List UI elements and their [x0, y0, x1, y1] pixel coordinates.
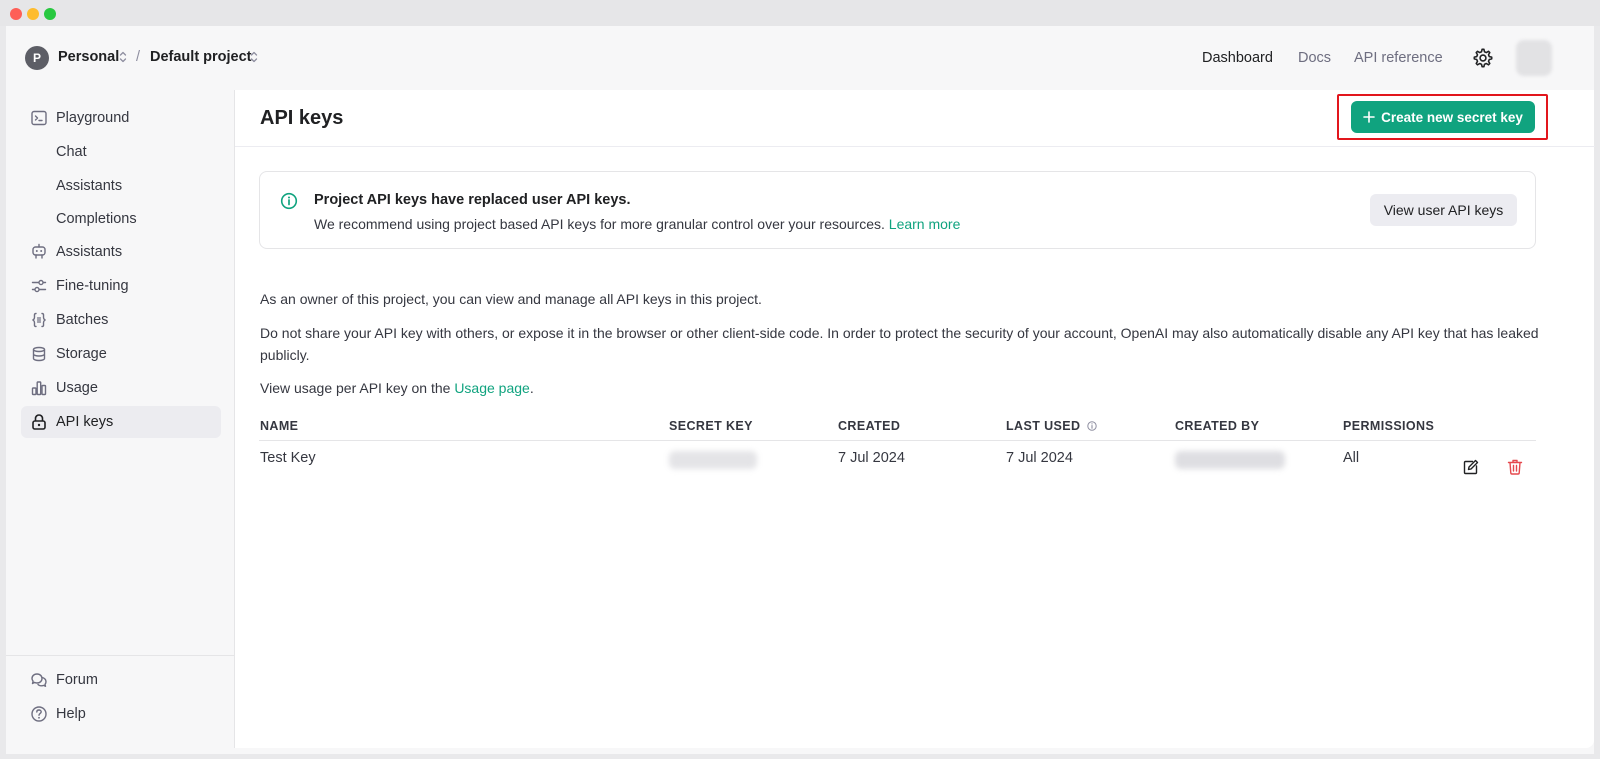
key-name-cell: Test Key — [260, 450, 316, 466]
column-header-created: CREATED — [838, 419, 901, 433]
usage-info-text: View usage per API key on the Usage page… — [260, 377, 1540, 399]
maximize-window-button[interactable] — [44, 8, 56, 20]
sidebar-item-label: Batches — [56, 312, 109, 328]
sidebar-divider — [6, 655, 234, 656]
view-user-api-keys-button[interactable]: View user API keys — [1370, 194, 1517, 226]
sidebar-item-api-keys[interactable]: API keys — [21, 406, 221, 438]
usage-page-link[interactable]: Usage page — [454, 380, 530, 396]
sidebar-item-assistants[interactable]: Assistants — [21, 236, 221, 268]
last-used-cell: 7 Jul 2024 — [1006, 450, 1073, 466]
sidebar-item-assistants-playground[interactable]: Assistants — [56, 178, 122, 194]
sidebar-item-fine-tuning[interactable]: Fine-tuning — [21, 270, 221, 302]
braces-icon — [32, 312, 46, 328]
notice-title: Project API keys have replaced user API … — [314, 192, 631, 208]
created-by-redacted — [1175, 451, 1285, 469]
bar-chart-icon — [31, 381, 47, 396]
minimize-window-button[interactable] — [27, 8, 39, 20]
lock-icon — [32, 414, 46, 430]
sliders-icon — [31, 279, 47, 293]
sidebar-item-usage[interactable]: Usage — [21, 372, 221, 404]
sidebar-item-storage[interactable]: Storage — [21, 338, 221, 370]
column-header-secret-key: SECRET KEY — [669, 419, 753, 433]
notice-body: We recommend using project based API key… — [314, 216, 960, 232]
top-bar: P Personal / Default project Dashboard D… — [6, 26, 1594, 90]
sidebar-item-chat[interactable]: Chat — [56, 144, 87, 160]
learn-more-link[interactable]: Learn more — [889, 216, 961, 232]
breadcrumb-separator: / — [136, 49, 141, 65]
sidebar-item-label: Usage — [56, 380, 98, 396]
sidebar-item-label: Fine-tuning — [56, 278, 129, 294]
info-icon[interactable] — [1087, 421, 1098, 431]
page-title: API keys — [260, 107, 344, 129]
nav-docs[interactable]: Docs — [1298, 50, 1331, 66]
sidebar-item-label: Forum — [56, 672, 98, 688]
created-date-cell: 7 Jul 2024 — [838, 450, 905, 466]
info-notice: Project API keys have replaced user API … — [259, 171, 1536, 249]
chevron-updown-icon[interactable] — [250, 50, 258, 64]
secret-key-redacted — [669, 451, 757, 469]
sidebar-item-label: Storage — [56, 346, 107, 362]
chat-bubbles-icon — [31, 673, 47, 687]
terminal-icon — [31, 110, 47, 126]
sidebar-item-help[interactable]: Help — [21, 698, 221, 730]
notice-text: We recommend using project based API key… — [314, 216, 885, 232]
database-icon — [32, 346, 46, 362]
column-header-name: NAME — [260, 419, 299, 433]
table-header-divider — [259, 440, 1536, 441]
main-content: API keys Create new secret key Project A… — [234, 90, 1595, 748]
header-divider — [235, 146, 1595, 147]
sidebar-item-batches[interactable]: Batches — [21, 304, 221, 336]
column-header-last-used: LAST USED — [1006, 419, 1098, 433]
column-header-created-by: CREATED BY — [1175, 419, 1260, 433]
gear-icon[interactable] — [1472, 47, 1494, 69]
security-warning-text: Do not share your API key with others, o… — [260, 325, 1539, 363]
window-titlebar — [0, 0, 1600, 26]
sidebar-item-label: Playground — [56, 110, 130, 126]
owner-info-text: As an owner of this project, you can vie… — [260, 291, 762, 307]
close-window-button[interactable] — [10, 8, 22, 20]
trash-icon[interactable] — [1506, 458, 1524, 476]
chevron-updown-icon[interactable] — [119, 50, 127, 64]
org-avatar[interactable]: P — [25, 46, 49, 70]
nav-api-reference[interactable]: API reference — [1354, 50, 1443, 66]
usage-info-prefix: View usage per API key on the — [260, 380, 451, 396]
sidebar: Playground Chat Assistants Completions A… — [6, 90, 234, 754]
nav-dashboard[interactable]: Dashboard — [1202, 50, 1273, 66]
annotation-highlight-box — [1337, 94, 1548, 140]
sidebar-item-label: Assistants — [56, 244, 123, 260]
column-header-permissions: PERMISSIONS — [1343, 419, 1435, 433]
sidebar-item-forum[interactable]: Forum — [21, 664, 221, 696]
sidebar-item-completions[interactable]: Completions — [56, 211, 137, 227]
project-selector[interactable]: Default project — [150, 49, 252, 65]
info-icon — [280, 192, 298, 210]
last-used-label: LAST USED — [1006, 419, 1081, 433]
help-circle-icon — [31, 706, 47, 722]
sidebar-item-playground[interactable]: Playground — [21, 102, 221, 134]
org-selector[interactable]: Personal — [58, 49, 119, 65]
permissions-cell: All — [1343, 450, 1360, 466]
sidebar-item-label: Help — [56, 706, 86, 722]
user-avatar[interactable] — [1516, 40, 1552, 76]
robot-icon — [32, 243, 46, 259]
app-window: P Personal / Default project Dashboard D… — [6, 26, 1595, 754]
edit-icon[interactable] — [1462, 458, 1480, 476]
usage-info-suffix: . — [529, 380, 534, 396]
sidebar-item-label: API keys — [56, 414, 114, 430]
